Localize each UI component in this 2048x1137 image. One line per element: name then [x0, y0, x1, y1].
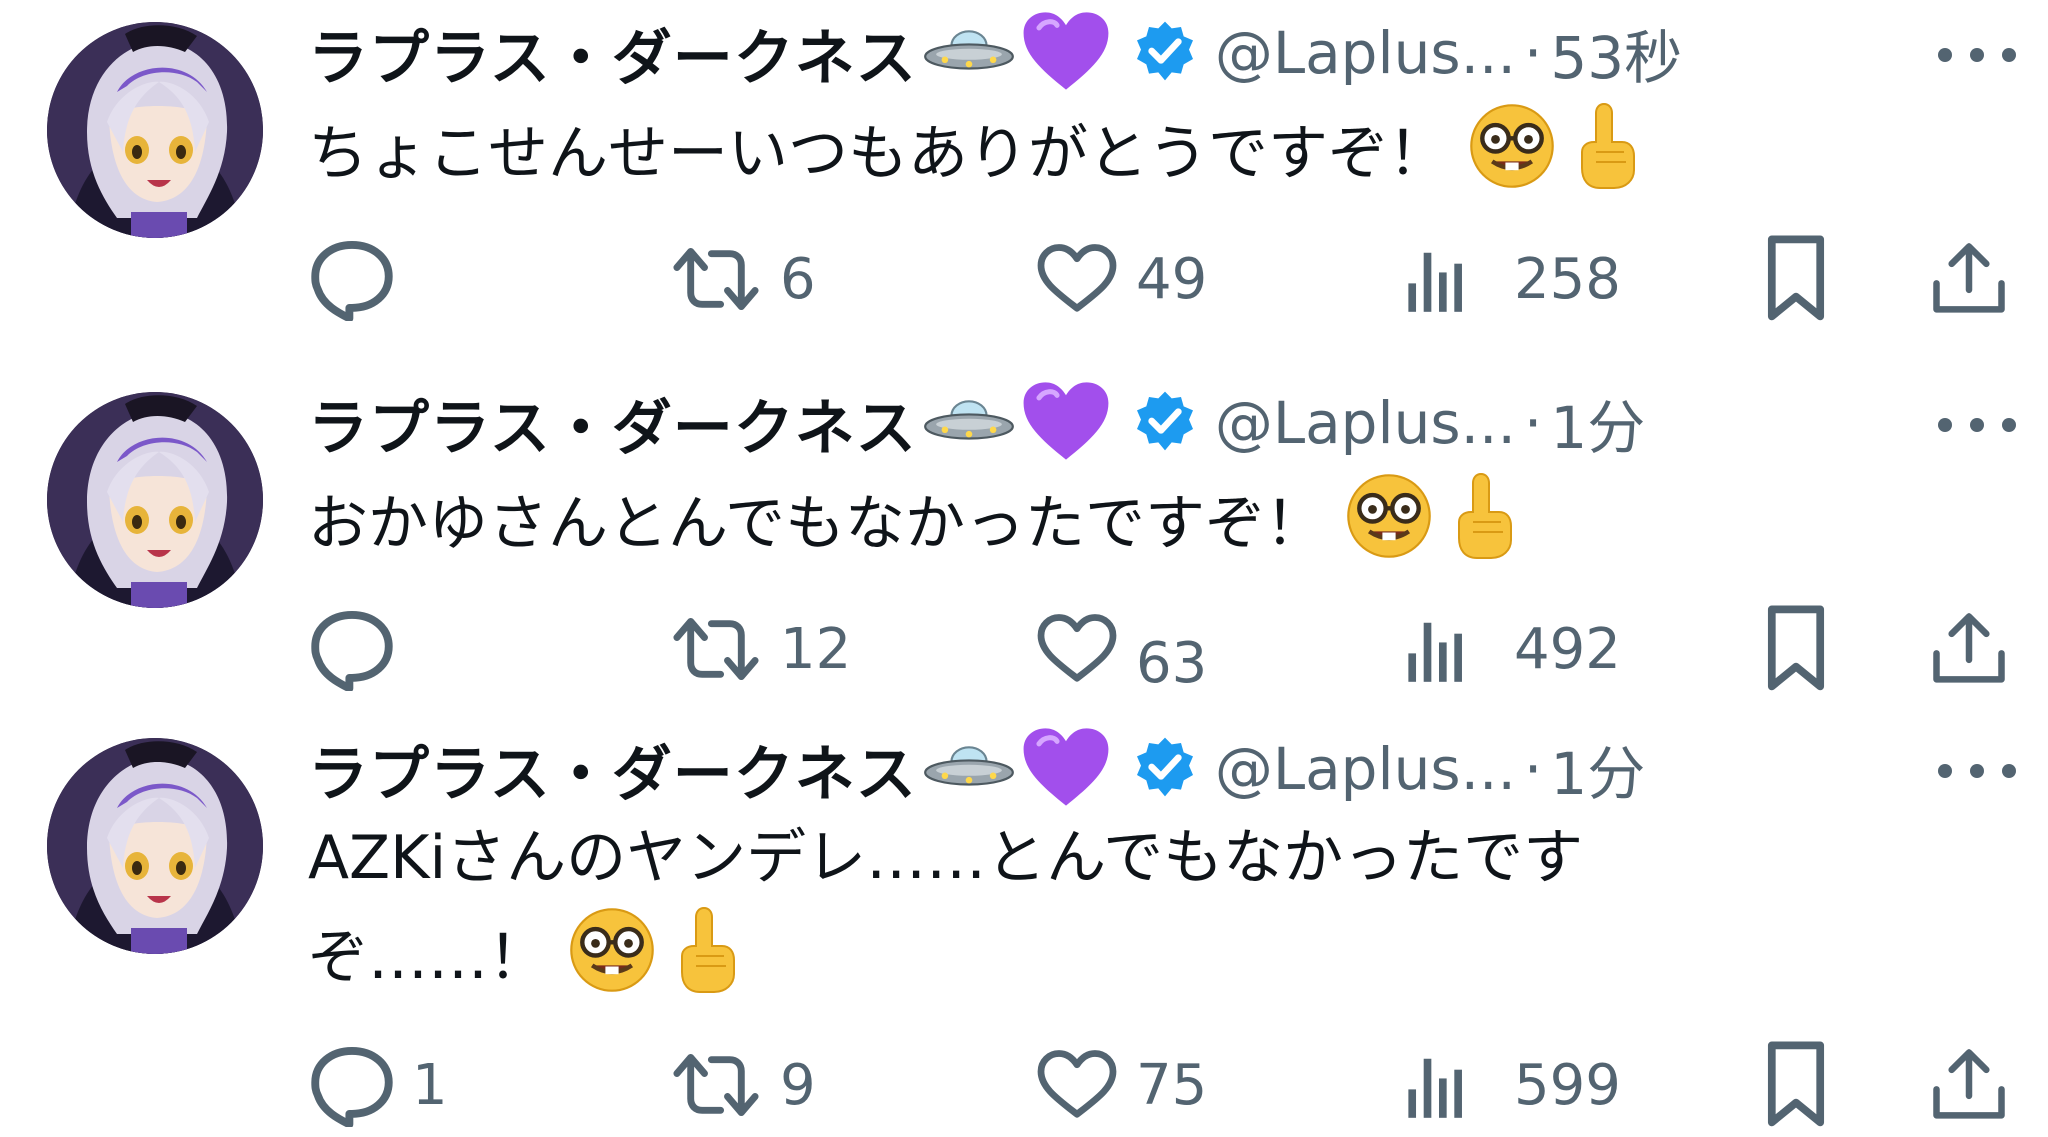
reply-button[interactable]: [310, 604, 412, 694]
tweet-text-content: ちょこせんせーいつもありがとうですぞ！: [308, 119, 1448, 189]
purple-heart-icon: [1021, 9, 1111, 97]
retweet-count: 12: [780, 616, 852, 682]
verified-badge-icon[interactable]: [1133, 735, 1197, 803]
tweet-header: ラプラス・ダークネス @Laplus... · 53秒: [308, 8, 1682, 98]
index-pointing-up-icon: [1576, 100, 1640, 216]
like-count: 49: [1136, 246, 1208, 312]
retweet-icon: [670, 1048, 762, 1122]
like-count: 63: [1136, 630, 1208, 696]
nerd-face-icon: [1468, 102, 1556, 216]
retweet-button[interactable]: 6: [670, 234, 816, 324]
tweet-text: ちょこせんせーいつもありがとうですぞ！: [308, 100, 1808, 216]
display-name[interactable]: ラプラス・ダークネス: [308, 726, 917, 813]
tweet-text-line-2-wrap: ぞ……！: [308, 904, 1808, 1020]
avatar[interactable]: [47, 22, 263, 238]
nerd-face-icon: [1345, 472, 1433, 586]
like-icon: [1036, 613, 1118, 685]
view-count: 492: [1514, 616, 1621, 682]
avatar-image: [47, 738, 263, 954]
retweet-icon: [670, 612, 762, 686]
nerd-face-icon: [568, 906, 656, 1020]
action-bar: 6 49 258: [0, 234, 2048, 324]
reply-button[interactable]: [310, 234, 412, 324]
timestamp[interactable]: 53秒: [1550, 11, 1682, 95]
purple-heart-icon: [1021, 379, 1111, 467]
views-button[interactable]: 599: [1404, 1040, 1621, 1130]
retweet-button[interactable]: 9: [670, 1040, 816, 1130]
reply-icon: [310, 237, 394, 321]
avatar[interactable]: [47, 392, 263, 608]
reply-icon: [310, 1043, 394, 1127]
like-icon: [1036, 1049, 1118, 1121]
username-handle[interactable]: @Laplus...: [1215, 735, 1516, 803]
views-icon: [1404, 614, 1474, 684]
avatar-image: [47, 392, 263, 608]
views-icon: [1404, 1050, 1474, 1120]
more-options-icon[interactable]: [1935, 40, 2019, 70]
bookmark-button[interactable]: [1764, 604, 1828, 694]
reply-icon: [310, 607, 394, 691]
like-count: 75: [1136, 1052, 1208, 1118]
avatar-image: [47, 22, 263, 238]
purple-heart-icon: [1021, 725, 1111, 813]
bookmark-icon: [1764, 605, 1828, 693]
tweet-header: ラプラス・ダークネス @Laplus... · 1分: [308, 724, 1645, 814]
action-bar: 12 63 492: [0, 604, 2048, 696]
tweet-text-line-2: ぞ……！: [308, 923, 548, 993]
like-button[interactable]: 63: [1036, 604, 1208, 696]
like-button[interactable]: 75: [1036, 1040, 1207, 1130]
tweet-header: ラプラス・ダークネス @Laplus... · 1分: [308, 378, 1645, 468]
tweet-text-line-1: AZKiさんのヤンデレ……とんでもなかったです: [308, 823, 1584, 893]
action-bar: 1 9 75 599: [0, 1040, 2048, 1130]
share-icon: [1930, 240, 2008, 318]
share-button[interactable]: [1930, 604, 2008, 694]
separator-dot: ·: [1523, 389, 1543, 457]
bookmark-icon: [1764, 235, 1828, 323]
reply-count: 1: [412, 1052, 448, 1118]
timestamp[interactable]: 1分: [1550, 727, 1645, 811]
views-button[interactable]: 492: [1404, 604, 1621, 694]
ufo-icon: [923, 393, 1015, 453]
views-icon: [1404, 244, 1474, 314]
username-handle[interactable]: @Laplus...: [1215, 389, 1516, 457]
tweet-text-content: おかゆさんとんでもなかったですぞ！: [308, 489, 1325, 559]
index-pointing-up-icon: [1453, 470, 1517, 586]
like-button[interactable]: 49: [1036, 234, 1207, 324]
separator-dot: ·: [1523, 19, 1543, 87]
like-icon: [1036, 243, 1118, 315]
share-icon: [1930, 1046, 2008, 1124]
view-count: 258: [1514, 246, 1621, 312]
bookmark-button[interactable]: [1764, 1040, 1828, 1130]
verified-badge-icon[interactable]: [1133, 19, 1197, 87]
retweet-icon: [670, 242, 762, 316]
index-pointing-up-icon: [676, 904, 740, 1020]
bookmark-icon: [1764, 1041, 1828, 1129]
separator-dot: ·: [1523, 735, 1543, 803]
views-button[interactable]: 258: [1404, 234, 1621, 324]
reply-button[interactable]: 1: [310, 1040, 448, 1130]
bookmark-button[interactable]: [1764, 234, 1828, 324]
tweet-text: おかゆさんとんでもなかったですぞ！: [308, 470, 1808, 586]
timestamp[interactable]: 1分: [1550, 381, 1645, 465]
display-name[interactable]: ラプラス・ダークネス: [308, 380, 917, 467]
more-options-icon[interactable]: [1935, 410, 2019, 440]
tweet-text: AZKiさんのヤンデレ……とんでもなかったです ぞ……！: [308, 812, 1808, 1020]
username-handle[interactable]: @Laplus...: [1215, 19, 1516, 87]
more-options-icon[interactable]: [1935, 756, 2019, 786]
ufo-icon: [923, 23, 1015, 83]
share-icon: [1930, 610, 2008, 688]
retweet-button[interactable]: 12: [670, 604, 851, 694]
retweet-count: 6: [780, 246, 816, 312]
share-button[interactable]: [1930, 1040, 2008, 1130]
verified-badge-icon[interactable]: [1133, 389, 1197, 457]
share-button[interactable]: [1930, 234, 2008, 324]
retweet-count: 9: [780, 1052, 816, 1118]
avatar[interactable]: [47, 738, 263, 954]
display-name[interactable]: ラプラス・ダークネス: [308, 10, 917, 97]
view-count: 599: [1514, 1052, 1621, 1118]
ufo-icon: [923, 739, 1015, 799]
